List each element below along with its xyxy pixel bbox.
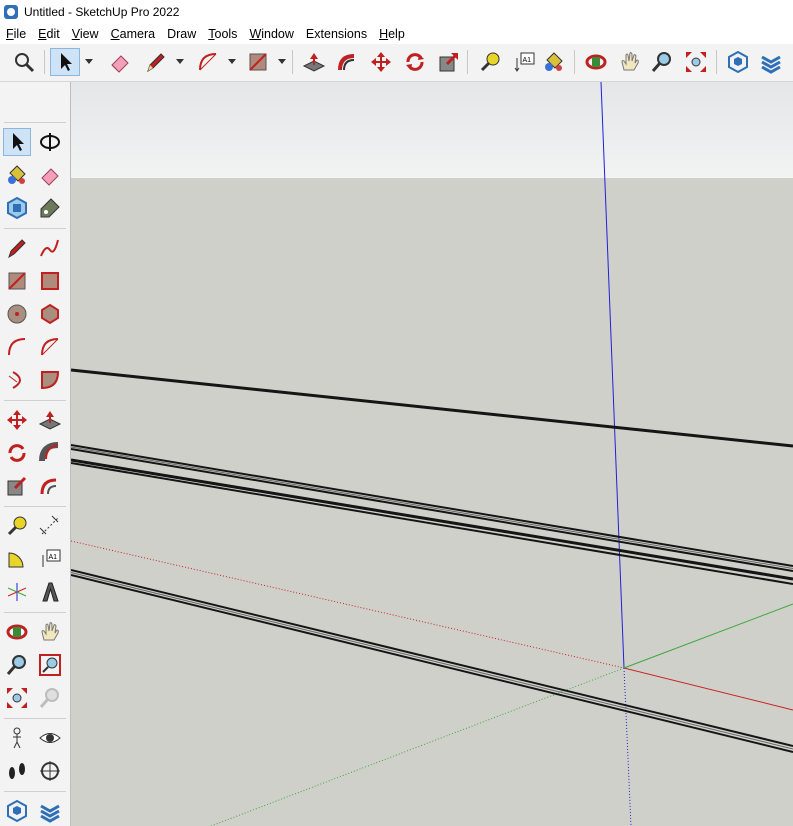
paint-bucket-icon[interactable] — [540, 48, 568, 76]
arc-dropdown-chevron-icon[interactable] — [228, 56, 236, 66]
sketchup-app-icon — [4, 5, 18, 19]
select-icon[interactable] — [3, 128, 31, 156]
rotated-rectangle-icon[interactable] — [36, 267, 64, 295]
scale-icon[interactable] — [3, 472, 31, 500]
position-camera-icon[interactable] — [3, 724, 31, 752]
eraser-icon[interactable] — [106, 48, 134, 76]
pan-hand-icon[interactable] — [616, 48, 644, 76]
menu-draw[interactable]: Draw — [161, 27, 202, 41]
follow-me-icon[interactable] — [334, 48, 362, 76]
svg-text:A1: A1 — [523, 57, 532, 64]
menu-edit[interactable]: Edit — [32, 27, 66, 41]
main-toolbar: A1 — [0, 44, 793, 82]
pencil-line-icon[interactable] — [3, 234, 31, 262]
protractor-icon[interactable] — [3, 545, 31, 573]
push-pull-icon[interactable] — [300, 48, 328, 76]
tape-measure-icon[interactable] — [476, 48, 504, 76]
arc-icon[interactable] — [3, 333, 31, 361]
zoom-magnifier-icon[interactable] — [648, 48, 676, 76]
rectangle-icon[interactable] — [3, 267, 31, 295]
extension-warehouse-icon[interactable] — [724, 48, 752, 76]
menu-bar: File Edit View Camera Draw Tools Window … — [0, 24, 793, 44]
menu-extensions[interactable]: Extensions — [300, 27, 373, 41]
rotate-icon[interactable] — [401, 48, 429, 76]
freehand-icon[interactable] — [36, 234, 64, 262]
move-icon[interactable] — [367, 48, 395, 76]
modeling-viewport[interactable] — [71, 82, 793, 826]
sky — [71, 82, 793, 178]
three-point-arc-icon[interactable] — [3, 366, 31, 394]
pie-icon[interactable] — [36, 366, 64, 394]
warehouse-icon[interactable] — [3, 797, 31, 825]
menu-tools[interactable]: Tools — [202, 27, 243, 41]
window-title: Untitled - SketchUp Pro 2022 — [24, 5, 180, 19]
push-pull-icon[interactable] — [36, 406, 64, 434]
zoom-extents-icon[interactable] — [682, 48, 710, 76]
axes-icon[interactable] — [3, 578, 31, 606]
orbit-3d-icon[interactable] — [3, 618, 31, 646]
sandbox-icon[interactable] — [36, 797, 64, 825]
follow-me-icon[interactable] — [36, 439, 64, 467]
text-icon[interactable]: A1 — [36, 545, 64, 573]
section-plane-icon[interactable] — [36, 757, 64, 785]
polygon-icon[interactable] — [36, 300, 64, 328]
scale-icon[interactable] — [435, 48, 463, 76]
pencil-dropdown-chevron-icon[interactable] — [176, 56, 184, 66]
pencil-line-icon[interactable] — [142, 48, 170, 76]
arc-icon[interactable] — [194, 48, 222, 76]
large-tool-set-toolbar: A1 — [0, 82, 71, 826]
text-label-icon[interactable]: A1 — [510, 48, 538, 76]
ground-plane — [71, 178, 793, 826]
sandbox-icon[interactable] — [757, 48, 785, 76]
component-icon[interactable] — [3, 194, 31, 222]
title-bar: Untitled - SketchUp Pro 2022 — [0, 0, 793, 24]
menu-view[interactable]: View — [66, 27, 105, 41]
rectangle-dropdown-chevron-icon[interactable] — [278, 56, 286, 66]
search-zoom-icon[interactable] — [10, 48, 38, 76]
rectangle-icon[interactable] — [244, 48, 272, 76]
orbit-icon[interactable] — [582, 48, 610, 76]
menu-camera[interactable]: Camera — [105, 27, 161, 41]
eraser-icon[interactable] — [36, 161, 64, 189]
menu-window[interactable]: Window — [243, 27, 299, 41]
paint-bucket-icon[interactable] — [3, 161, 31, 189]
tape-measure-icon[interactable] — [3, 512, 31, 540]
look-around-icon[interactable] — [36, 724, 64, 752]
two-point-arc-icon[interactable] — [36, 333, 64, 361]
select-arrow-icon[interactable] — [50, 48, 80, 76]
offset-icon[interactable] — [36, 472, 64, 500]
select-dropdown-chevron-icon[interactable] — [85, 56, 93, 66]
circle-icon[interactable] — [3, 300, 31, 328]
move-icon[interactable] — [3, 406, 31, 434]
zoom-extents-icon[interactable] — [3, 684, 31, 712]
rotate-icon[interactable] — [3, 439, 31, 467]
tag-icon[interactable] — [36, 194, 64, 222]
zoom-icon[interactable] — [3, 651, 31, 679]
walk-icon[interactable] — [3, 757, 31, 785]
pan-icon[interactable] — [36, 618, 64, 646]
3d-text-icon[interactable] — [36, 578, 64, 606]
menu-help[interactable]: Help — [373, 27, 411, 41]
zoom-window-icon[interactable] — [36, 651, 64, 679]
svg-text:A1: A1 — [49, 554, 58, 561]
menu-file[interactable]: File — [0, 27, 32, 41]
orbit-icon[interactable] — [36, 128, 64, 156]
dimension-icon[interactable] — [36, 512, 64, 540]
previous-view-icon[interactable] — [36, 684, 64, 712]
